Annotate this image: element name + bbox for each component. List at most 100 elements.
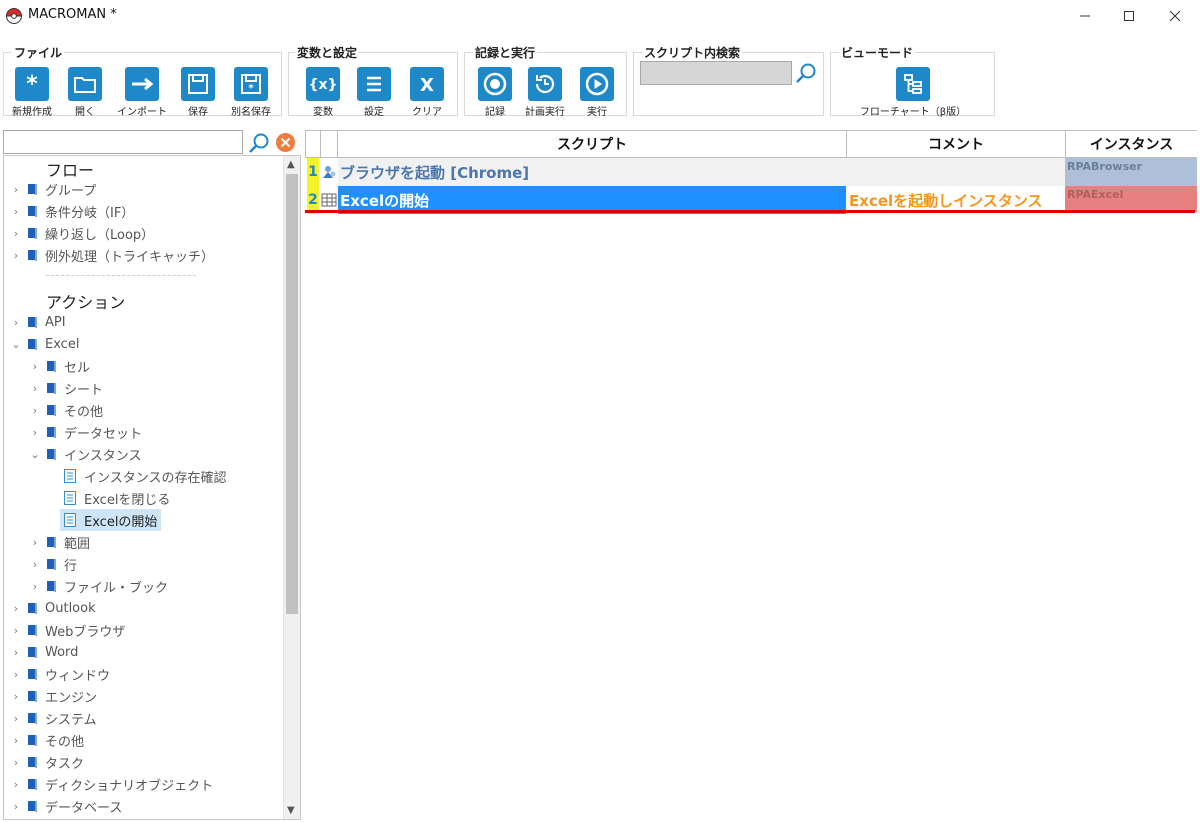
schedule-button[interactable]: 計画実行 <box>521 65 569 118</box>
tree-item-label: Excelの開始 <box>84 514 158 530</box>
chevron-right-icon: › <box>13 689 19 703</box>
flowchart-icon <box>896 67 930 101</box>
tree-item-label: データベース <box>45 800 123 816</box>
tree-item-word[interactable]: › Word <box>9 641 79 663</box>
tree-item-other[interactable]: › その他 <box>28 399 103 421</box>
minimize-button[interactable] <box>1062 0 1108 32</box>
tree-item-dictionary[interactable]: › ディクショナリオブジェクト <box>9 773 213 795</box>
clear-button[interactable]: X クリア <box>403 65 451 118</box>
import-button-label: インポート <box>117 107 167 118</box>
script-column-header[interactable]: スクリプト <box>337 130 847 158</box>
action-search-icon[interactable] <box>247 131 271 155</box>
list-icon <box>357 67 391 101</box>
scroll-up-icon[interactable]: ▲ <box>287 159 295 170</box>
tree-item-window[interactable]: › ウィンドウ <box>9 663 110 685</box>
script-cell[interactable]: ブラウザを起動 [Chrome] <box>338 158 846 186</box>
svg-text:*: * <box>248 83 254 94</box>
comment-cell[interactable] <box>846 158 1065 186</box>
tree-item-dataset[interactable]: › データセット <box>28 421 142 443</box>
search-icon[interactable] <box>794 61 818 85</box>
tree-item-instance-exists[interactable]: インスタンスの存在確認 <box>64 465 226 487</box>
tree-item-range[interactable]: › 範囲 <box>28 531 90 553</box>
variable-icon: {x} <box>306 67 340 101</box>
file-group: ファイル * 新規作成 開く インポート 保存 * 別名保存 <box>3 44 282 118</box>
app-logo-icon <box>6 8 22 24</box>
scroll-down-icon[interactable]: ▼ <box>287 805 295 816</box>
tree-item-file-book[interactable]: › ファイル・ブック <box>28 575 168 597</box>
tree-item-label: システム <box>45 712 97 728</box>
instance-cell[interactable]: RPAExcel <box>1065 186 1197 212</box>
flowchart-button-label: フローチャート（β版） <box>859 107 967 118</box>
action-search-input[interactable] <box>3 130 243 154</box>
tree-item-api[interactable]: › API <box>9 311 66 333</box>
save-button[interactable]: 保存 <box>174 65 222 118</box>
chevron-right-icon: › <box>13 315 19 329</box>
tree-item-database[interactable]: › データベース <box>9 795 123 817</box>
record-button[interactable]: 記録 <box>471 65 519 118</box>
tree-divider <box>46 275 196 276</box>
window-title: MACROMAN * <box>28 7 117 22</box>
tree-item-label: Outlook <box>45 600 96 616</box>
action-tree-panel: フロー › グループ › 条件分岐（IF） › 繰り返し（Loop） › 例外処理（トラ… <box>3 155 301 820</box>
instance-column-header[interactable]: インスタンス <box>1065 130 1197 158</box>
play-icon <box>580 67 614 101</box>
tree-scrollbar[interactable]: ▲ ▼ <box>283 156 300 819</box>
svg-text:X: X <box>420 75 434 94</box>
book-icon <box>47 449 56 460</box>
tree-item-try-catch[interactable]: › 例外処理（トライキャッチ） <box>9 244 214 266</box>
comment-column-header[interactable]: コメント <box>846 130 1066 158</box>
save-as-button[interactable]: * 別名保存 <box>227 65 275 118</box>
script-grid: スクリプト コメント インスタンス 1 ブラウザを起動 [Chrome] RPA… <box>305 130 1197 820</box>
tree-item-cell[interactable]: › セル <box>28 355 90 377</box>
tree-item-label: ディクショナリオブジェクト <box>45 778 214 794</box>
chevron-right-icon: › <box>13 799 19 813</box>
view-mode-group: ビューモード フローチャート（β版） <box>830 44 995 118</box>
open-button[interactable]: 開く <box>61 65 109 118</box>
browser-icon <box>320 158 338 186</box>
close-button[interactable] <box>1152 0 1198 32</box>
book-icon <box>28 779 37 790</box>
tree-item-close-excel[interactable]: Excelを閉じる <box>64 487 170 509</box>
tree-item-label: その他 <box>45 734 85 750</box>
script-search-input[interactable] <box>640 61 792 85</box>
tree-item-label: シート <box>64 382 104 398</box>
view-mode-group-label: ビューモード <box>839 44 916 61</box>
tree-item-task[interactable]: › タスク <box>9 751 84 773</box>
tree-item-engine[interactable]: › エンジン <box>9 685 97 707</box>
script-search-group: スクリプト内検索 <box>633 44 824 116</box>
tree-item-group[interactable]: › グループ <box>9 178 96 200</box>
tree-item-label: 条件分岐（IF） <box>45 205 135 221</box>
tree-item-row[interactable]: › 行 <box>28 553 77 575</box>
tree-item-excel[interactable]: ⌄ Excel <box>9 333 79 355</box>
scroll-thumb[interactable] <box>286 174 298 614</box>
run-button[interactable]: 実行 <box>573 65 621 118</box>
chevron-right-icon: › <box>13 601 19 615</box>
tree-item-instance[interactable]: ⌄ インスタンス <box>28 443 141 465</box>
import-button[interactable]: インポート <box>117 65 167 118</box>
chevron-right-icon: › <box>13 645 19 659</box>
book-icon <box>47 559 56 570</box>
book-icon <box>28 206 37 217</box>
tree-item-web-browser[interactable]: › Webブラウザ <box>9 619 126 641</box>
variables-button[interactable]: {x} 変数 <box>299 65 347 118</box>
flowchart-button[interactable]: フローチャート（β版） <box>860 65 966 118</box>
tree-item-label: セル <box>64 360 91 376</box>
selection-underline <box>305 210 1195 213</box>
clear-search-icon[interactable] <box>276 133 295 152</box>
new-button[interactable]: * 新規作成 <box>8 65 56 118</box>
line-number: 1 <box>307 158 319 186</box>
maximize-button[interactable] <box>1106 0 1152 32</box>
tree-item-label: 行 <box>64 558 78 574</box>
tree-item-sheet[interactable]: › シート <box>28 377 103 399</box>
tree-item-system[interactable]: › システム <box>9 707 97 729</box>
settings-button[interactable]: 設定 <box>350 65 398 118</box>
tree-item-loop[interactable]: › 繰り返し（Loop） <box>9 222 154 244</box>
tree-item-start-excel[interactable]: Excelの開始 <box>60 509 162 531</box>
save-as-icon: * <box>234 67 268 101</box>
instance-cell[interactable]: RPABrowser <box>1065 158 1197 186</box>
tree-item-outlook[interactable]: › Outlook <box>9 597 96 619</box>
tree-item-if[interactable]: › 条件分岐（IF） <box>9 200 135 222</box>
chevron-right-icon: › <box>32 403 38 417</box>
tree-item-other-actions[interactable]: › その他 <box>9 729 84 751</box>
chevron-right-icon: › <box>32 381 38 395</box>
